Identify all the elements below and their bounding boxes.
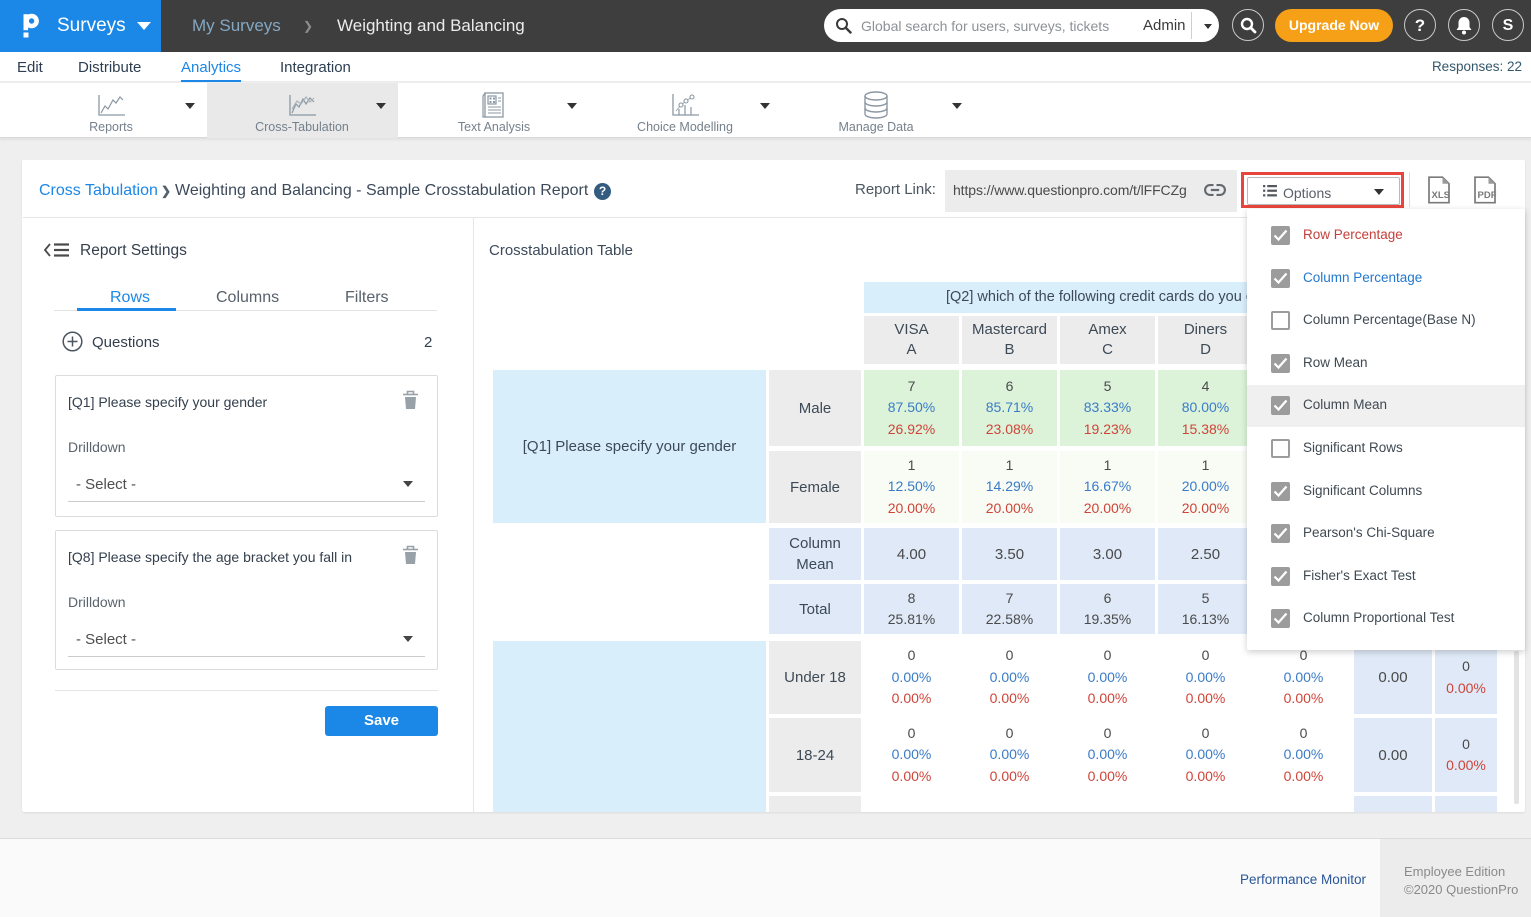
svg-text:PDF: PDF (1478, 190, 1497, 201)
svg-text:XLS: XLS (1432, 190, 1450, 201)
